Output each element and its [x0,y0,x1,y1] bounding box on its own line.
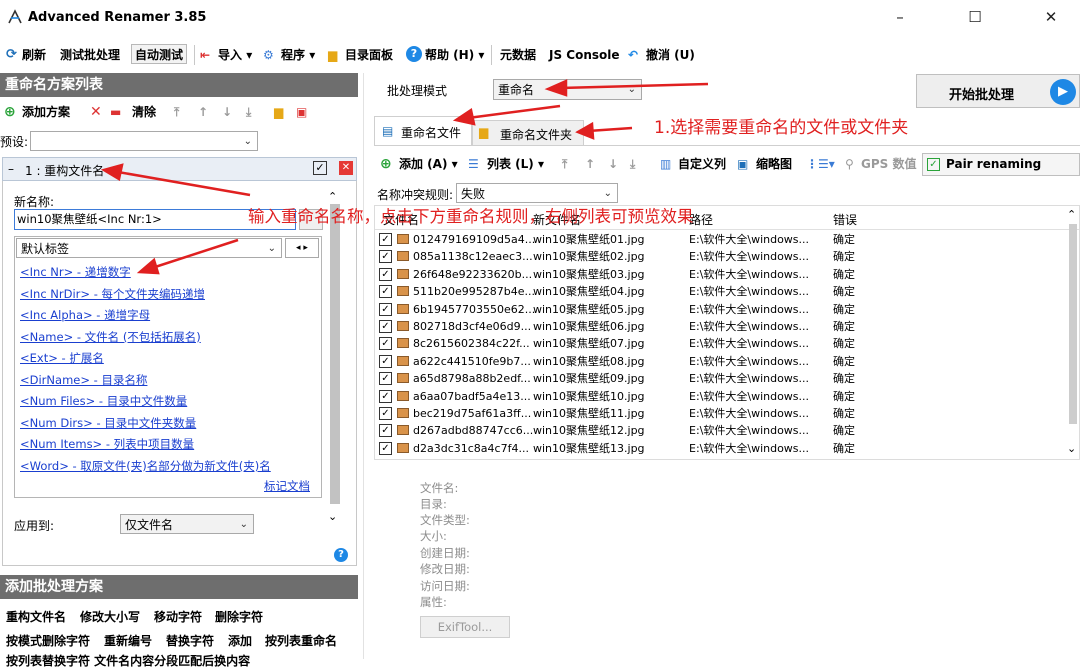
annotation-rename-hint: 输入重命名名称，点击下方重命名规则，右侧列表可预览效果 [248,207,694,226]
annotation-arrow-files-head [452,107,476,126]
annotation-arrow-folders [587,126,633,133]
annotation-arrow-mode [559,82,709,90]
annotation-arrow-tag [151,238,239,270]
annotation-arrow-tag-head [136,257,160,275]
annotation-arrow-mode-head [544,79,568,97]
annotation-arrow-method [117,170,251,197]
annotation-arrows [100,79,709,275]
annotation-arrow-files [467,104,561,120]
annotation-arrow-method-head [100,163,124,181]
annotation-arrow-folders-head [575,121,595,140]
annotation-select-files: 1.选择需要重命名的文件或文件夹 [654,118,909,138]
